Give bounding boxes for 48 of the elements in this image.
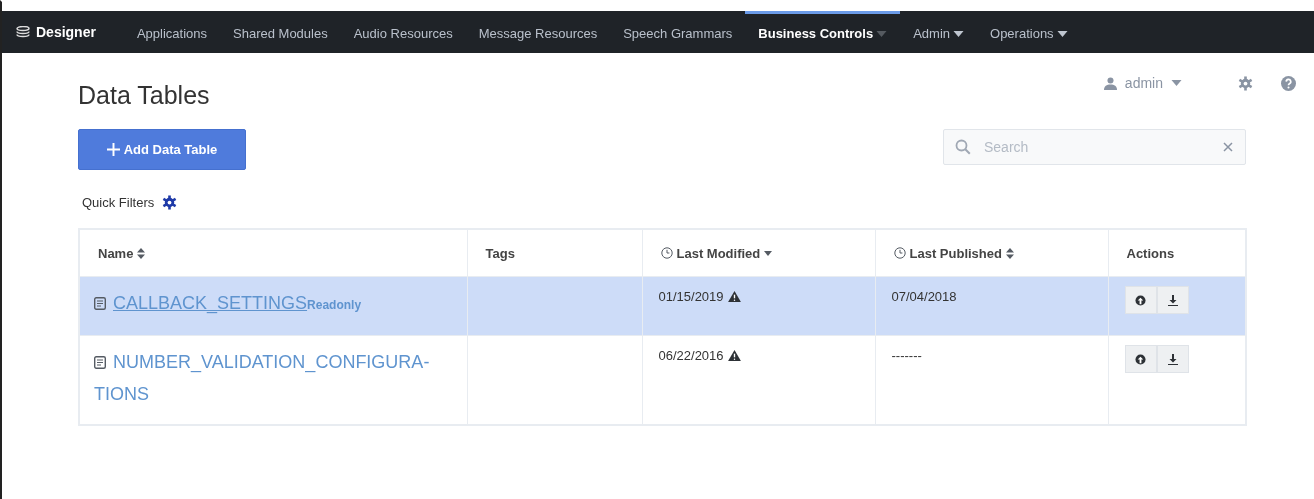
document-icon <box>94 356 106 369</box>
clock-icon <box>660 247 673 259</box>
table-row[interactable]: NUMBER_VALIDATION_CONFIGURA-TIONS 06/22/2016 ------- <box>79 335 1246 425</box>
help-icon[interactable] <box>1281 75 1296 91</box>
brand-link[interactable]: Designer <box>16 24 96 40</box>
caret-icon <box>953 30 964 37</box>
readonly-label: Readonly <box>307 298 362 312</box>
table-cell: 06/22/2016 <box>658 348 724 363</box>
user-icon <box>1103 76 1117 90</box>
caret-icon <box>1056 30 1068 37</box>
download-button[interactable] <box>1156 286 1189 314</box>
column-header[interactable]: Actions <box>1108 230 1245 276</box>
nav-tab[interactable]: Audio Resources <box>340 11 466 53</box>
caret-icon <box>1171 80 1182 86</box>
search-icon <box>955 139 971 155</box>
quick-filters-label: Quick Filters <box>82 195 155 210</box>
caret-icon <box>876 30 888 37</box>
page-title: Data Tables <box>78 81 210 110</box>
download-icon <box>1167 353 1178 365</box>
download-icon <box>1167 294 1178 306</box>
nav-tab[interactable]: Shared Modules <box>220 11 341 53</box>
nav-tab[interactable]: Admin <box>900 11 977 53</box>
nav-tab[interactable]: Applications <box>123 11 221 53</box>
upload-icon <box>1135 294 1146 306</box>
search-field[interactable]: Search <box>943 129 1246 165</box>
column-header[interactable]: Last Modified <box>642 230 875 276</box>
settings-icon[interactable] <box>162 195 178 210</box>
nav-tab[interactable]: Operations <box>977 11 1081 53</box>
table-row[interactable]: CALLBACK_SETTINGSReadonly 01/15/2019 07/04/2018 <box>79 276 1246 336</box>
nav-tab[interactable]: Speech Grammars <box>610 11 746 53</box>
table-cell: 07/04/2018 <box>891 289 957 304</box>
clock-icon <box>893 247 906 259</box>
publish-button[interactable] <box>1124 345 1157 373</box>
table-cell: 01/15/2019 <box>658 289 724 304</box>
document-icon <box>94 297 106 310</box>
table-cell: ------- <box>891 348 922 363</box>
nav-tab[interactable]: Business Controls <box>745 11 901 53</box>
upload-icon <box>1135 353 1146 365</box>
publish-button[interactable] <box>1124 286 1157 314</box>
database-icon <box>16 26 30 38</box>
column-header[interactable]: Tags <box>467 230 642 276</box>
download-button[interactable] <box>1156 345 1189 373</box>
column-header[interactable]: Name <box>80 230 467 276</box>
add-data-table-button[interactable]: Add Data Table <box>78 129 246 170</box>
nav-tab[interactable]: Message Resources <box>465 11 611 53</box>
plus-icon <box>106 143 120 156</box>
column-header[interactable]: Last Published <box>875 230 1108 276</box>
clear-icon[interactable] <box>1223 142 1233 152</box>
